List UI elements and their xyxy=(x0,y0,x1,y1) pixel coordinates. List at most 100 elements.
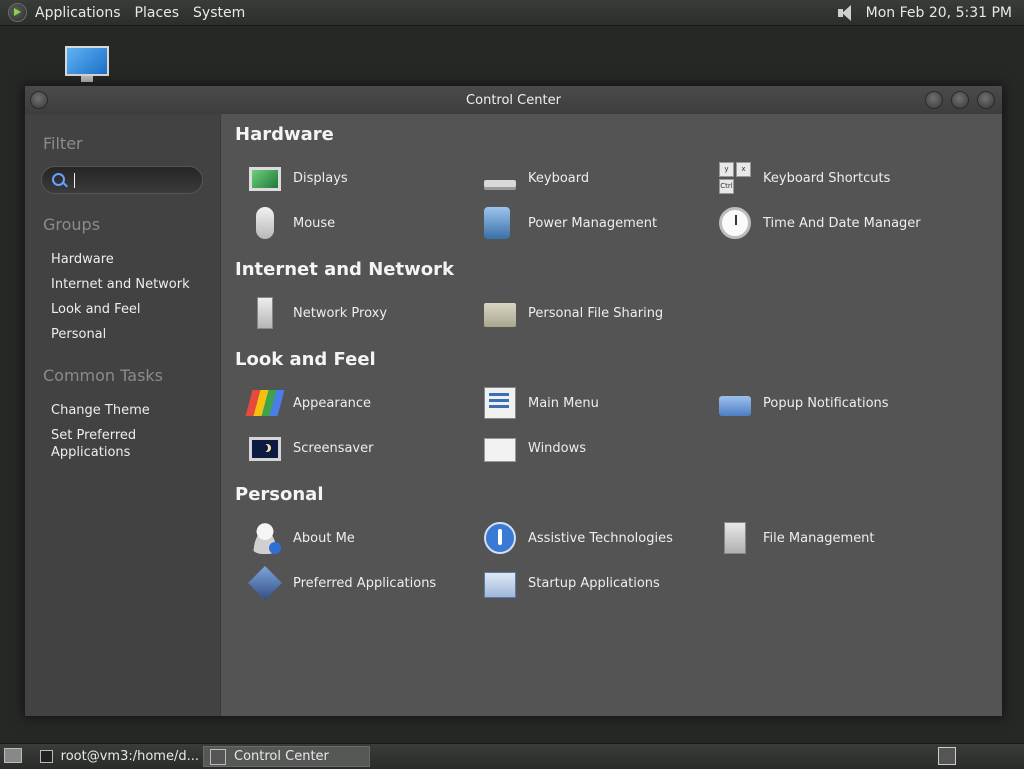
item-label: Power Management xyxy=(528,215,658,231)
workspace-switcher-icon[interactable] xyxy=(938,747,956,765)
file-management-icon xyxy=(724,522,746,554)
item-label: Time And Date Manager xyxy=(763,215,921,231)
item-label: Personal File Sharing xyxy=(528,305,664,321)
shortcut-key: x xyxy=(736,162,751,177)
monitor-stand xyxy=(81,76,93,82)
search-icon xyxy=(52,173,65,186)
item-label: Windows xyxy=(528,440,587,456)
task-set-preferred-applications[interactable]: Set Preferred Applications xyxy=(51,427,161,461)
maximize-button[interactable] xyxy=(951,91,969,109)
item-about-me[interactable]: About Me xyxy=(249,521,355,555)
show-desktop-icon[interactable] xyxy=(4,748,22,763)
item-label: Keyboard Shortcuts xyxy=(763,170,891,186)
monitor-screen xyxy=(65,46,109,76)
folder-share-icon xyxy=(484,303,516,327)
window-titlebar[interactable]: Control Center xyxy=(25,86,1002,114)
content-area: Hardware Displays Keyboard y x Ctrl Keyb… xyxy=(220,114,1002,716)
item-popup-notifications[interactable]: Popup Notifications xyxy=(719,386,889,420)
windows-icon xyxy=(484,438,516,462)
screensaver-icon xyxy=(249,437,281,461)
power-management-icon xyxy=(484,207,510,239)
close-button[interactable] xyxy=(977,91,995,109)
shortcut-key: Ctrl xyxy=(719,179,734,194)
item-label: Displays xyxy=(293,170,348,186)
item-preferred-applications[interactable]: Preferred Applications xyxy=(248,566,437,600)
terminal-icon xyxy=(40,750,53,763)
menu-applications[interactable]: Applications xyxy=(35,5,121,21)
sidebar-link-personal[interactable]: Personal xyxy=(51,326,211,343)
shortcut-key: y xyxy=(719,162,734,177)
displays-icon xyxy=(249,167,281,191)
taskbar-label: Control Center xyxy=(234,749,329,764)
keyboard-shortcuts-icon: y x Ctrl xyxy=(719,162,751,194)
item-file-management[interactable]: File Management xyxy=(719,521,875,555)
window-title: Control Center xyxy=(466,93,561,108)
item-time-and-date[interactable]: Time And Date Manager xyxy=(719,206,921,240)
clock-icon xyxy=(719,207,751,239)
control-center-window: Control Center Filter Groups Hardware In… xyxy=(24,85,1003,717)
item-power-management[interactable]: Power Management xyxy=(484,206,657,240)
bottom-panel: root@vm3:/home/d... Control Center xyxy=(0,743,1024,769)
item-label: Startup Applications xyxy=(528,575,660,591)
panel-tray: Mon Feb 20, 5:31 PM xyxy=(836,3,1012,23)
applications-menu-icon[interactable] xyxy=(8,3,27,22)
taskbar-label: root@vm3:/home/d... xyxy=(60,749,199,764)
item-label: Appearance xyxy=(293,395,372,411)
item-windows[interactable]: Windows xyxy=(484,431,586,465)
keyboard-icon xyxy=(484,180,516,190)
network-proxy-icon xyxy=(257,297,273,329)
filter-heading: Filter xyxy=(43,134,83,153)
task-change-theme[interactable]: Change Theme xyxy=(51,402,211,419)
taskbar-control-center[interactable]: Control Center xyxy=(203,746,370,767)
item-appearance[interactable]: Appearance xyxy=(245,386,372,420)
item-label: Screensaver xyxy=(293,440,374,456)
item-main-menu[interactable]: Main Menu xyxy=(484,386,599,420)
item-assistive-technologies[interactable]: Assistive Technologies xyxy=(484,521,673,555)
search-input[interactable] xyxy=(41,166,203,194)
item-keyboard-shortcuts[interactable]: y x Ctrl Keyboard Shortcuts xyxy=(719,161,890,195)
menu-places[interactable]: Places xyxy=(135,5,180,21)
startup-applications-icon xyxy=(484,571,516,598)
menu-system[interactable]: System xyxy=(193,5,245,21)
item-displays[interactable]: Displays xyxy=(249,161,348,195)
item-network-proxy[interactable]: Network Proxy xyxy=(249,296,387,330)
main-menu-icon xyxy=(484,387,516,419)
item-label: Preferred Applications xyxy=(293,575,437,591)
clock[interactable]: Mon Feb 20, 5:31 PM xyxy=(866,5,1012,21)
sidebar: Filter Groups Hardware Internet and Netw… xyxy=(25,114,220,716)
assistive-technologies-icon xyxy=(484,522,516,554)
preferred-applications-icon xyxy=(248,566,282,600)
appearance-icon xyxy=(245,390,285,416)
item-screensaver[interactable]: Screensaver xyxy=(249,431,373,465)
item-label: Popup Notifications xyxy=(763,395,889,411)
sidebar-link-internet-network[interactable]: Internet and Network xyxy=(51,276,211,293)
mouse-icon xyxy=(256,207,274,239)
item-label: Network Proxy xyxy=(293,305,388,321)
computer-desktop-icon[interactable] xyxy=(63,46,113,86)
item-label: File Management xyxy=(763,530,875,546)
about-me-icon xyxy=(249,522,281,554)
minimize-button[interactable] xyxy=(925,91,943,109)
item-label: Assistive Technologies xyxy=(528,530,673,546)
groups-heading: Groups xyxy=(43,215,101,234)
item-keyboard[interactable]: Keyboard xyxy=(484,161,589,195)
item-startup-applications[interactable]: Startup Applications xyxy=(484,566,660,600)
group-title-look-and-feel: Look and Feel xyxy=(235,349,376,370)
item-label: About Me xyxy=(293,530,355,546)
group-title-hardware: Hardware xyxy=(235,124,334,145)
text-caret xyxy=(74,173,75,188)
sidebar-link-look-and-feel[interactable]: Look and Feel xyxy=(51,301,211,318)
volume-icon[interactable] xyxy=(836,3,858,23)
item-personal-file-sharing[interactable]: Personal File Sharing xyxy=(484,296,663,330)
sidebar-link-hardware[interactable]: Hardware xyxy=(51,251,211,268)
top-panel: Applications Places System Mon Feb 20, 5… xyxy=(0,0,1024,26)
item-label: Main Menu xyxy=(528,395,599,411)
item-label: Mouse xyxy=(293,215,336,231)
control-center-icon xyxy=(210,748,226,765)
group-title-personal: Personal xyxy=(235,484,324,505)
item-label: Keyboard xyxy=(528,170,590,186)
group-title-internet-network: Internet and Network xyxy=(235,259,454,280)
taskbar-terminal[interactable]: root@vm3:/home/d... xyxy=(34,746,199,767)
item-mouse[interactable]: Mouse xyxy=(249,206,335,240)
common-tasks-heading: Common Tasks xyxy=(43,366,164,385)
